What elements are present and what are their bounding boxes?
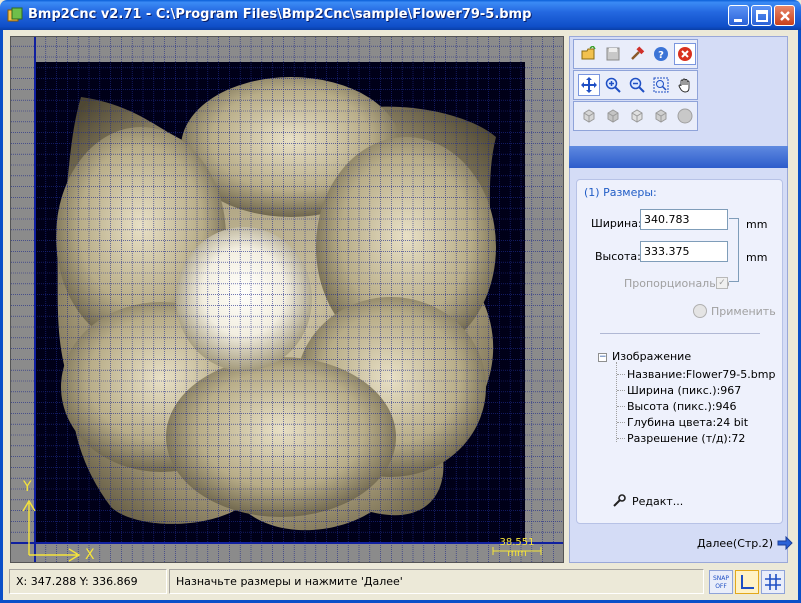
next-label: Далее(Стр.2) <box>697 536 774 550</box>
next-button[interactable]: Далее(Стр.2) <box>697 536 793 550</box>
proportional-label: Пропорционально <box>624 277 730 290</box>
apply-icon <box>693 304 707 318</box>
view-left-button[interactable] <box>602 105 624 127</box>
grid-overlay: XY <box>11 37 563 563</box>
edit-button[interactable]: Редакт... <box>612 494 683 508</box>
axis-icon <box>741 575 754 589</box>
zoom-fit-icon <box>653 77 669 93</box>
measure-unit: mm <box>507 548 527 559</box>
snap-off-icon: SNAPOFF <box>713 575 729 590</box>
cube-right-icon <box>631 109 643 123</box>
close-icon <box>780 11 790 21</box>
apply-label: Применить <box>711 304 776 318</box>
minimize-button[interactable] <box>728 5 749 26</box>
grid-icon <box>765 574 781 590</box>
width-unit: mm <box>746 218 768 231</box>
axis-x-label: X <box>85 547 95 563</box>
exit-button[interactable] <box>674 43 696 65</box>
tree-item-resolution[interactable]: Разрешение (т/д):72 <box>627 432 745 445</box>
sphere-icon <box>677 108 693 124</box>
tree-root-image[interactable]: Изображение <box>612 350 691 363</box>
wrench-icon <box>613 494 626 507</box>
hand-pan-button[interactable] <box>674 74 696 96</box>
height-field[interactable] <box>640 241 728 262</box>
axis-button[interactable] <box>735 570 759 594</box>
apply-button[interactable]: Применить <box>693 304 776 318</box>
view-iso-button[interactable] <box>650 105 672 127</box>
close-button[interactable] <box>774 5 795 26</box>
sizes-title: (1) Размеры: <box>584 186 657 199</box>
measure-readout: 38.551 mm <box>491 537 543 559</box>
status-message: Назначьте размеры и нажмите 'Далее' <box>169 569 704 594</box>
proportional-checkbox[interactable]: ✓ <box>716 277 728 289</box>
svg-text:?: ? <box>658 50 664 61</box>
hammer-icon <box>631 46 645 60</box>
render-toolbar <box>573 101 698 131</box>
svg-text:SNAP: SNAP <box>713 575 729 582</box>
width-label: Ширина: <box>591 217 642 230</box>
exit-icon <box>678 47 692 61</box>
axis-y-label: Y <box>22 479 32 495</box>
status-coords: X: 347.288 Y: 336.869 <box>9 569 167 594</box>
view-toolbar <box>573 70 698 100</box>
hand-pan-icon <box>678 78 690 93</box>
panel-header <box>569 146 788 168</box>
sphere-button[interactable] <box>674 105 696 127</box>
view-front-button[interactable] <box>578 105 600 127</box>
origin-axes-icon <box>22 499 81 562</box>
grid-button[interactable] <box>761 570 785 594</box>
help-icon: ? <box>654 47 668 61</box>
file-toolbar: ? <box>573 39 698 69</box>
view-right-button[interactable] <box>626 105 648 127</box>
move-cross-icon <box>581 77 597 93</box>
separator <box>600 333 760 334</box>
maximize-button[interactable] <box>751 5 772 26</box>
zoom-out-button[interactable] <box>626 74 648 96</box>
edit-label: Редакт... <box>632 494 684 508</box>
cube-left-icon <box>607 109 619 123</box>
maximize-icon <box>756 10 768 22</box>
open-folder-button[interactable] <box>578 43 600 65</box>
tree-item-name[interactable]: Название:Flower79-5.bmp <box>627 368 775 381</box>
snap-off-button[interactable]: SNAP OFF <box>709 570 733 594</box>
cube-iso-icon <box>655 109 667 123</box>
help-button[interactable]: ? <box>650 43 672 65</box>
zoom-in-button[interactable] <box>602 74 624 96</box>
zoom-fit-button[interactable] <box>650 74 672 96</box>
svg-text:OFF: OFF <box>715 583 727 590</box>
measure-value: 38.551 <box>499 537 535 548</box>
zoom-out-icon <box>629 77 645 93</box>
open-folder-icon <box>581 46 596 60</box>
height-unit: mm <box>746 251 768 264</box>
minimize-icon <box>734 19 742 22</box>
zoom-in-icon <box>605 77 621 93</box>
tree-connector <box>617 390 625 391</box>
title-bar: Bmp2Cnc v2.71 - C:\Program Files\Bmp2Cnc… <box>0 0 801 30</box>
hammer-button[interactable] <box>626 43 648 65</box>
cube-front-icon <box>583 109 595 123</box>
tree-connector <box>617 422 625 423</box>
arrow-right-icon <box>777 536 793 550</box>
bmp2cnc-app-icon <box>7 7 23 22</box>
image-canvas[interactable]: XY 38.551 mm <box>10 36 564 563</box>
height-label: Высота: <box>595 250 641 263</box>
width-field[interactable] <box>640 209 728 230</box>
tree-item-height[interactable]: Высота (пикс.):946 <box>627 400 736 413</box>
tree-connector <box>617 438 625 439</box>
tree-collapse-toggle[interactable]: − <box>598 353 607 362</box>
window-title: Bmp2Cnc v2.71 - C:\Program Files\Bmp2Cnc… <box>28 7 532 22</box>
save-button[interactable] <box>602 43 624 65</box>
tree-item-depth[interactable]: Глубина цвета:24 bit <box>627 416 748 429</box>
tree-connector <box>617 406 625 407</box>
tree-item-width[interactable]: Ширина (пикс.):967 <box>627 384 741 397</box>
move-button[interactable] <box>578 74 600 96</box>
proportion-bracket <box>729 218 739 282</box>
save-icon <box>606 47 620 61</box>
tree-connector <box>617 374 625 375</box>
